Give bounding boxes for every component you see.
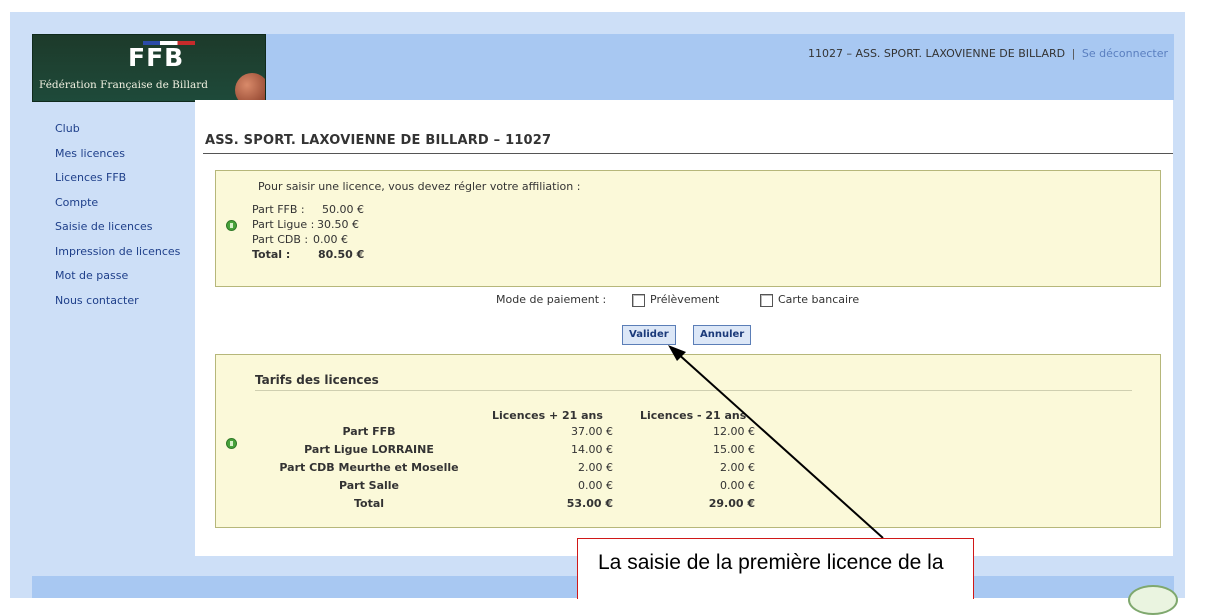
row-label-part-cdb: Part CDB Meurthe et Moselle bbox=[279, 461, 459, 474]
tariffs-title: Tarifs des licences bbox=[255, 373, 379, 387]
part-ffb-value: 50.00 € bbox=[322, 203, 364, 216]
sidebar-item-club[interactable]: Club bbox=[55, 117, 195, 142]
cell-over21-part-salle: 0.00 € bbox=[578, 479, 613, 492]
logo-text: FFB bbox=[128, 43, 185, 72]
payment-mode-label: Mode de paiement : bbox=[496, 293, 607, 306]
logout-link[interactable]: Se déconnecter bbox=[1082, 47, 1168, 60]
sidebar-item-licences-ffb[interactable]: Licences FFB bbox=[55, 166, 195, 191]
sidebar-item-mot-de-passe[interactable]: Mot de passe bbox=[55, 264, 195, 289]
annotation-text: La saisie de la première licence de la bbox=[598, 551, 944, 574]
sidebar-item-nous-contacter[interactable]: Nous contacter bbox=[55, 289, 195, 314]
total-label: Total : bbox=[252, 248, 291, 261]
validate-button[interactable]: Valider bbox=[622, 325, 676, 345]
account-name: 11027 – ASS. SPORT. LAXOVIENNE DE BILLAR… bbox=[807, 47, 1066, 60]
cell-under21-total: 29.00 € bbox=[708, 497, 755, 510]
cell-over21-part-ligue: 14.00 € bbox=[571, 443, 613, 456]
logo-subtitle: Fédération Française de Billard bbox=[39, 79, 208, 91]
part-ffb-label: Part FFB : bbox=[252, 203, 305, 216]
row-label-part-ffb: Part FFB bbox=[342, 425, 396, 438]
part-ligue-label: Part Ligue : bbox=[252, 218, 315, 231]
column-header-over21: Licences + 21 ans bbox=[492, 409, 603, 422]
option-carte-bancaire-label[interactable]: Carte bancaire bbox=[778, 293, 859, 306]
separator: | bbox=[1071, 47, 1076, 60]
part-cdb-value: 0.00 € bbox=[313, 233, 348, 246]
corner-logo-icon bbox=[1128, 585, 1178, 615]
sidebar-nav: Club Mes licences Licences FFB Compte Sa… bbox=[55, 117, 195, 313]
row-label-total: Total bbox=[353, 497, 385, 510]
total-value: 80.50 € bbox=[318, 248, 365, 261]
cell-under21-part-salle: 0.00 € bbox=[720, 479, 755, 492]
sidebar-item-impression-licences[interactable]: Impression de licences bbox=[55, 240, 195, 265]
column-header-under21: Licences - 21 ans bbox=[640, 409, 747, 422]
info-icon bbox=[226, 438, 237, 449]
tariffs-divider bbox=[255, 390, 1132, 391]
cell-under21-part-cdb: 2.00 € bbox=[720, 461, 755, 474]
sidebar-item-mes-licences[interactable]: Mes licences bbox=[55, 142, 195, 167]
part-ligue-value: 30.50 € bbox=[317, 218, 359, 231]
cell-over21-part-ffb: 37.00 € bbox=[571, 425, 613, 438]
title-divider bbox=[203, 153, 1173, 154]
cell-under21-part-ligue: 15.00 € bbox=[713, 443, 755, 456]
option-prelevement-label[interactable]: Prélèvement bbox=[650, 293, 719, 306]
checkbox-prelevement[interactable] bbox=[632, 294, 645, 307]
affiliation-intro: Pour saisir une licence, vous devez régl… bbox=[258, 180, 581, 193]
cell-under21-part-ffb: 12.00 € bbox=[713, 425, 755, 438]
page-title: ASS. SPORT. LAXOVIENNE DE BILLARD – 1102… bbox=[205, 133, 552, 148]
billiard-ball-icon bbox=[235, 73, 265, 101]
cell-over21-total: 53.00 € bbox=[566, 497, 613, 510]
row-label-part-salle: Part Salle bbox=[338, 479, 400, 492]
sidebar-item-compte[interactable]: Compte bbox=[55, 191, 195, 216]
part-cdb-label: Part CDB : bbox=[252, 233, 309, 246]
account-bar: 11027 – ASS. SPORT. LAXOVIENNE DE BILLAR… bbox=[808, 47, 1168, 60]
checkbox-carte-bancaire[interactable] bbox=[760, 294, 773, 307]
annotation-callout: La saisie de la première licence de la bbox=[577, 538, 974, 599]
ffb-logo[interactable]: FFB Fédération Française de Billard bbox=[32, 34, 266, 102]
row-label-part-ligue: Part Ligue LORRAINE bbox=[304, 443, 434, 456]
info-icon bbox=[226, 220, 237, 231]
cancel-button[interactable]: Annuler bbox=[693, 325, 752, 345]
cell-over21-part-cdb: 2.00 € bbox=[578, 461, 613, 474]
sidebar-item-saisie-licences[interactable]: Saisie de licences bbox=[55, 215, 195, 240]
